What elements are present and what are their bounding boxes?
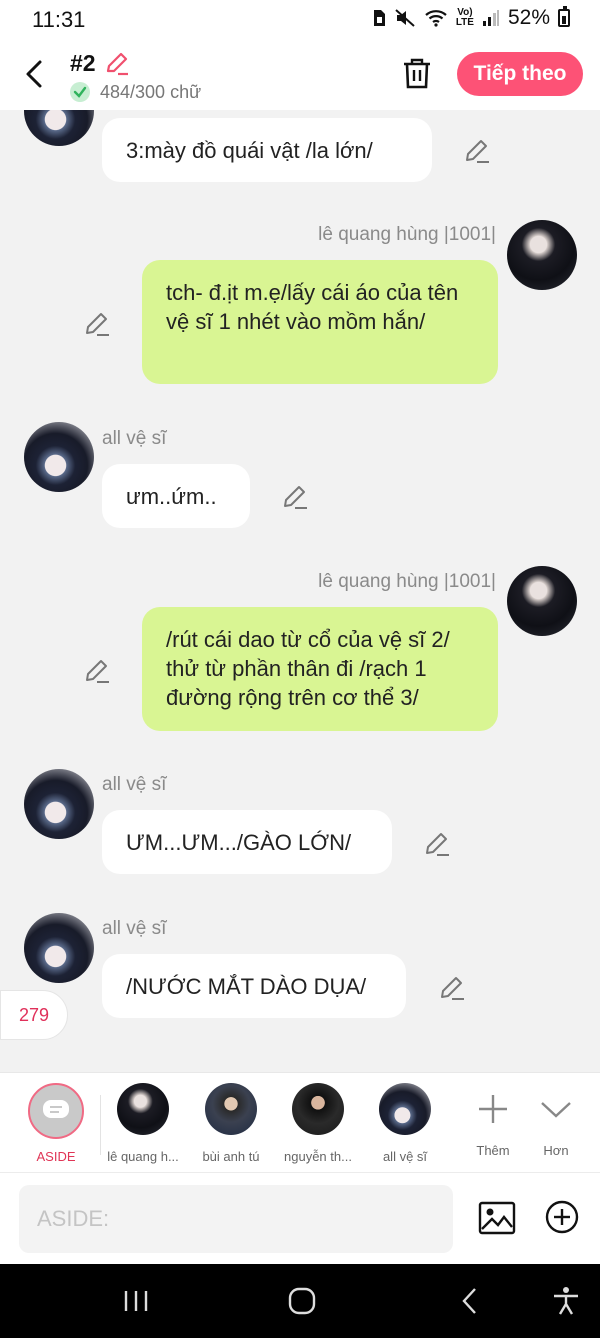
edit-icon[interactable] [83,656,111,684]
chevron-down-icon [541,1102,571,1118]
character-avatar [379,1083,431,1135]
edit-icon[interactable] [438,973,466,1001]
sim-icon [373,10,385,26]
character-item[interactable]: all vệ sĩ [360,1083,450,1164]
sender-name: all vệ sĩ [102,428,167,449]
message-text: 3:mày đồ quái vật /la lớn/ [126,137,373,163]
message-text: tch- đ.ịt m.ẹ/lấy cái áo của tên vệ sĩ 1… [166,280,459,334]
image-icon[interactable] [478,1199,516,1237]
avatar[interactable] [24,769,94,839]
trash-icon[interactable] [400,56,434,90]
avatar[interactable] [24,913,94,983]
add-circle-icon[interactable] [544,1199,580,1235]
word-count: 484/300 chữ [100,82,202,102]
character-avatar [117,1083,169,1135]
status-time: 11:31 [32,7,86,32]
battery-icon [558,6,570,27]
message-text: ưm..ứm.. [126,483,217,509]
sender-name: all vệ sĩ [102,774,167,795]
character-name: bùi anh tú [202,1149,260,1164]
message-text: /NƯỚC MẮT DÀO DỤA/ [126,973,367,999]
message-text: /rút cái dao từ cổ của vệ sĩ 2/ thử từ p… [166,627,450,710]
back-icon[interactable] [20,54,50,94]
edit-icon[interactable] [83,309,111,337]
recent-apps-icon[interactable] [116,1286,156,1316]
message-bubble[interactable]: /NƯỚC MẮT DÀO DỤA/ [102,954,406,1018]
aside-avatar [28,1083,84,1139]
input-bar [0,1172,600,1264]
expand-label: Hơn [543,1143,569,1158]
aside-label: ASIDE [36,1149,76,1164]
page-title: #2 [70,50,96,76]
edit-icon[interactable] [423,829,451,857]
counter-value: 279 [18,1004,50,1025]
home-icon[interactable] [282,1286,322,1316]
status-icons: Vo) LTE 52% [372,6,570,30]
message-bubble[interactable]: tch- đ.ịt m.ẹ/lấy cái áo của tên vệ sĩ 1… [142,260,498,384]
character-item[interactable]: lê quang h... [98,1083,188,1164]
signal-icon [482,10,499,26]
sender-name: lê quang hùng |1001| [318,571,496,592]
avatar[interactable] [507,566,577,636]
plus-icon [479,1095,507,1123]
aside-input[interactable] [19,1185,453,1253]
character-item[interactable]: bùi anh tú [186,1083,276,1164]
sender-name: all vệ sĩ [102,918,167,939]
chat-bubble-icon [43,1100,69,1118]
message-bubble[interactable]: ưm..ứm.. [102,464,250,528]
status-bar: 11:31 Vo) LTE 52% [0,0,600,40]
battery-percent: 52% [507,6,550,29]
message-text: ƯM...ƯM.../GÀO LỚN/ [126,829,352,855]
app-header: #2 484/300 chữ Tiếp theo [0,40,600,110]
avatar[interactable] [507,220,577,290]
expand-characters-button[interactable]: Hơn [511,1083,600,1158]
message-bubble[interactable]: /rút cái dao từ cổ của vệ sĩ 2/ thử từ p… [142,607,498,731]
accessibility-icon[interactable] [546,1286,586,1316]
back-nav-icon[interactable] [450,1286,490,1316]
character-item[interactable]: nguyễn th... [273,1083,363,1164]
wifi-icon [425,10,447,27]
mute-icon [395,9,415,27]
character-aside[interactable]: ASIDE [11,1083,101,1164]
system-nav-bar [0,1264,600,1338]
sender-name: lê quang hùng |1001| [318,224,496,245]
chat-area[interactable]: 3:mày đồ quái vật /la lớn/ lê quang hùng… [0,110,600,1072]
edit-title-icon[interactable] [104,50,130,76]
check-icon [70,82,90,102]
message-counter-badge[interactable]: 279 [0,990,68,1040]
edit-icon[interactable] [463,136,491,164]
message-bubble[interactable]: 3:mày đồ quái vật /la lớn/ [102,118,432,182]
volte-icon: Vo) LTE [455,7,474,28]
avatar[interactable] [24,110,94,146]
character-bar: ASIDE lê quang h... bùi anh tú nguyễn th… [0,1072,600,1172]
character-avatar [205,1083,257,1135]
character-name: all vệ sĩ [382,1149,428,1164]
message-bubble[interactable]: ƯM...ƯM.../GÀO LỚN/ [102,810,392,874]
next-button[interactable]: Tiếp theo [457,52,583,96]
avatar[interactable] [24,422,94,492]
edit-icon[interactable] [281,482,309,510]
character-name: lê quang h... [107,1149,179,1164]
character-avatar [292,1083,344,1135]
character-name: nguyễn th... [284,1149,352,1164]
